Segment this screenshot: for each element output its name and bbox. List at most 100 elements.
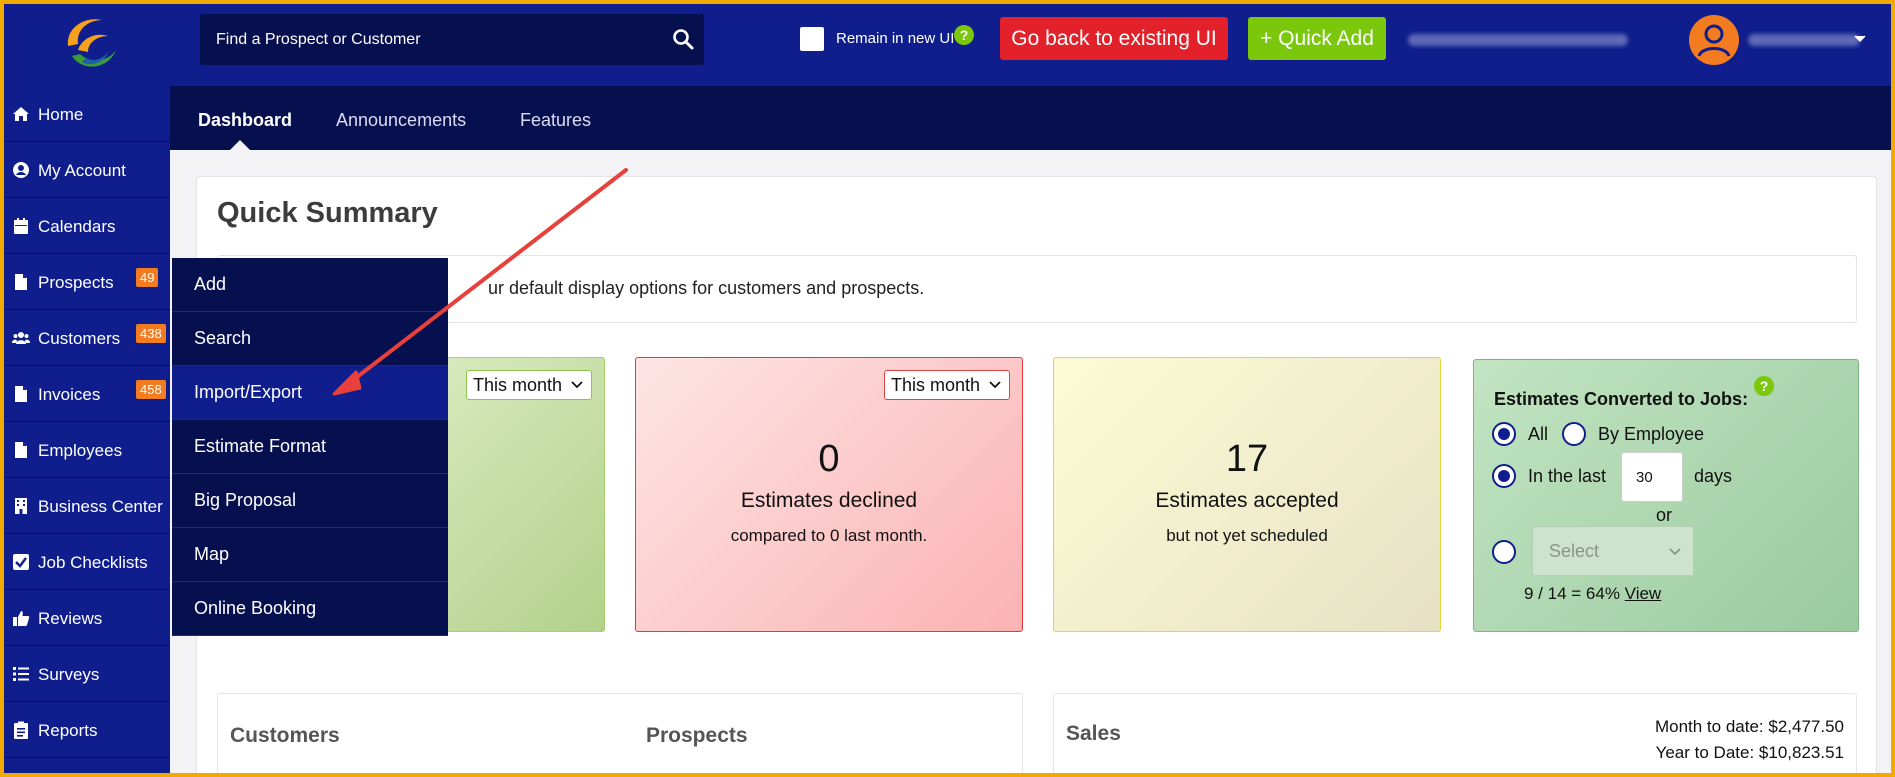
search-input[interactable]	[200, 14, 660, 65]
sidebar-item-my-account[interactable]: My Account	[4, 142, 170, 198]
document-icon	[15, 442, 27, 458]
go-back-existing-ui-button[interactable]: Go back to existing UI	[1000, 17, 1228, 60]
quick-summary-card: Quick Summary ur default display options…	[196, 176, 1877, 773]
menu-item-label: Big Proposal	[194, 490, 297, 510]
conversion-ratio: 9 / 14 = 64% View	[1524, 584, 1661, 604]
sidebar-item-label: Surveys	[38, 665, 100, 684]
menu-item-map[interactable]: Map	[172, 528, 448, 582]
menu-item-online-booking[interactable]: Online Booking	[172, 582, 448, 636]
stat-subtitle: compared to 0 last month.	[730, 526, 928, 545]
home-icon	[13, 107, 29, 121]
calendar-icon	[14, 218, 28, 234]
stat-number: 0	[818, 438, 840, 480]
sidebar-item-reports[interactable]: Reports	[4, 702, 170, 758]
active-tab-indicator	[230, 140, 250, 150]
sidebar-item-invoices[interactable]: Invoices 458	[4, 366, 170, 422]
sales-card: Sales Month to date: $2,477.50 Year to D…	[1053, 693, 1857, 773]
sidebar-item-home[interactable]: Home	[4, 86, 170, 142]
company-logo[interactable]	[58, 10, 124, 76]
customers-prospects-card: Customers Prospects	[217, 693, 1023, 773]
sidebar-item-label: Calendars	[38, 217, 116, 236]
users-icon	[12, 332, 30, 344]
radio-select-employee[interactable]	[1492, 540, 1516, 564]
menu-item-big-proposal[interactable]: Big Proposal	[172, 474, 448, 528]
info-box: ur default display options for customers…	[217, 255, 1857, 323]
sidebar-item-label: My Account	[38, 161, 126, 180]
menu-item-label: Import/Export	[194, 382, 303, 402]
sidebar-item-label: Reviews	[38, 609, 103, 628]
search-icon[interactable]	[672, 28, 694, 50]
chevron-down-icon[interactable]	[1854, 35, 1866, 43]
help-icon[interactable]: ?	[954, 25, 974, 45]
chevron-down-icon	[571, 381, 583, 389]
period-select-value: This month	[891, 375, 981, 395]
days-label: days	[1694, 466, 1733, 486]
radio-all-label: All	[1528, 424, 1549, 444]
sidebar-item-calendars[interactable]: Calendars	[4, 198, 170, 254]
sidebar-item-label: Job Checklists	[38, 553, 148, 572]
menu-item-estimate-format[interactable]: Estimate Format	[172, 420, 448, 474]
estimates-declined-card: This month 0 Estimates declined compared…	[635, 357, 1023, 632]
prospects-dropdown-menu: Add Search Import/Export Estimate Format…	[172, 258, 448, 636]
search-box	[200, 14, 704, 65]
period-select[interactable]: This month	[884, 370, 1010, 400]
chevron-down-icon	[989, 381, 1001, 389]
tab-announcements[interactable]: Announcements	[336, 110, 466, 131]
top-bar: Remain in new UI ? Go back to existing U…	[4, 4, 1891, 86]
chevron-down-icon	[1669, 548, 1681, 556]
customers-title: Customers	[230, 724, 340, 747]
menu-item-import-export[interactable]: Import/Export	[172, 366, 448, 420]
invoices-count-badge: 458	[136, 380, 166, 399]
user-avatar-icon[interactable]	[1688, 14, 1740, 66]
quick-add-button[interactable]: + Quick Add	[1248, 17, 1386, 60]
thumbs-up-icon	[13, 611, 30, 626]
period-select-value: This month	[473, 375, 563, 395]
period-select[interactable]: This month	[466, 370, 592, 400]
sidebar-item-reviews[interactable]: Reviews	[4, 590, 170, 646]
employee-select[interactable]: Select	[1532, 526, 1694, 576]
radio-by-employee[interactable]	[1562, 422, 1586, 446]
document-icon	[15, 274, 27, 290]
building-icon	[15, 498, 27, 514]
sidebar-item-employees[interactable]: Employees	[4, 422, 170, 478]
sidebar-item-job-checklists[interactable]: Job Checklists	[4, 534, 170, 590]
radio-in-the-last[interactable]	[1492, 464, 1516, 488]
sales-totals: Month to date: $2,477.50 Year to Date: $…	[1655, 714, 1844, 766]
menu-item-label: Add	[194, 274, 227, 294]
tab-dashboard[interactable]: Dashboard	[198, 110, 292, 131]
sidebar-item-business-center[interactable]: Business Center	[4, 478, 170, 534]
help-icon[interactable]: ?	[1754, 376, 1774, 396]
menu-item-label: Estimate Format	[194, 436, 327, 456]
stat-title: Estimates accepted	[1155, 489, 1339, 512]
app-frame: Remain in new UI ? Go back to existing U…	[4, 4, 1891, 773]
sidebar-item-label: Customers	[38, 329, 121, 348]
sidebar-item-customers[interactable]: Customers 438	[4, 310, 170, 366]
view-link[interactable]: View	[1625, 584, 1662, 603]
sidebar-item-surveys[interactable]: Surveys	[4, 646, 170, 702]
tab-features[interactable]: Features	[520, 110, 591, 131]
month-to-date: Month to date: $2,477.50	[1654, 717, 1844, 736]
in-the-last-label: In the last	[1528, 466, 1607, 486]
or-label: or	[1656, 505, 1673, 525]
info-text: ur default display options for customers…	[488, 278, 925, 298]
customers-count-badge: 438	[136, 324, 166, 343]
estimates-converted-card: Estimates Converted to Jobs: ? All By Em…	[1473, 359, 1859, 632]
page-title: Quick Summary	[217, 197, 438, 229]
blurred-account-info	[1408, 34, 1628, 46]
days-input[interactable]	[1621, 452, 1683, 502]
menu-item-label: Map	[194, 544, 230, 564]
sidebar-item-label: Employees	[38, 441, 123, 460]
sidebar-item-prospects[interactable]: Prospects 49	[4, 254, 170, 310]
remain-in-new-ui-checkbox[interactable]	[800, 27, 824, 51]
menu-item-add[interactable]: Add	[172, 258, 448, 312]
sidebar-item-label: Reports	[38, 721, 98, 740]
stat-title: Estimates declined	[740, 489, 918, 512]
prospects-title: Prospects	[646, 724, 748, 747]
stat-subtitle: but not yet scheduled	[1166, 526, 1328, 545]
menu-item-label: Search	[194, 328, 252, 348]
employee-select-value: Select	[1549, 541, 1600, 561]
menu-item-search[interactable]: Search	[172, 312, 448, 366]
radio-all[interactable]	[1492, 422, 1516, 446]
year-to-date: Year to Date: $10,823.51	[1655, 743, 1844, 762]
checkbox-icon	[13, 554, 29, 570]
